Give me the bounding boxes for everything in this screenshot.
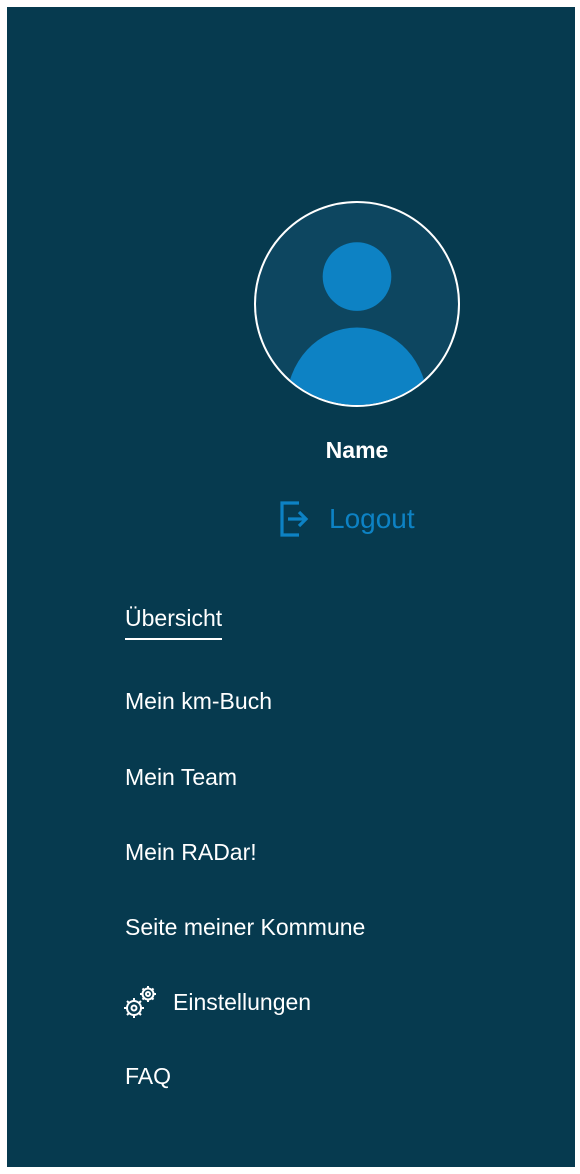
logout-label: Logout: [329, 503, 415, 534]
nav-item-label: Mein Team: [125, 764, 238, 790]
avatar: [254, 201, 460, 407]
side-menu-panel: Name Logout Übersicht Mein km-Buch Mein …: [7, 7, 575, 1167]
user-avatar-icon: [286, 242, 428, 405]
nav-item-label: Mein km-Buch: [125, 688, 272, 714]
nav-item-label: Mein RADar!: [125, 839, 257, 865]
user-name: Name: [325, 437, 389, 463]
nav-item-uebersicht[interactable]: Übersicht: [125, 605, 223, 640]
nav-item-kommune[interactable]: Seite meiner Kommune: [125, 914, 365, 941]
nav-item-team[interactable]: Mein Team: [125, 764, 237, 791]
nav-item-label: Einstellungen: [173, 988, 312, 1015]
nav-item-km-buch[interactable]: Mein km-Buch: [125, 688, 272, 715]
nav-item-label: Seite meiner Kommune: [125, 914, 366, 940]
logout-button[interactable]: Logout: [279, 499, 415, 539]
nav-item-label: Übersicht: [125, 605, 223, 631]
nav-item-einstellungen[interactable]: Einstellungen: [124, 982, 312, 1022]
nav-item-label: FAQ: [125, 1063, 172, 1089]
logout-icon: [280, 501, 309, 537]
nav-item-faq[interactable]: FAQ: [125, 1063, 171, 1090]
gears-icon: [124, 986, 156, 1018]
nav-item-radar[interactable]: Mein RADar!: [125, 839, 257, 866]
